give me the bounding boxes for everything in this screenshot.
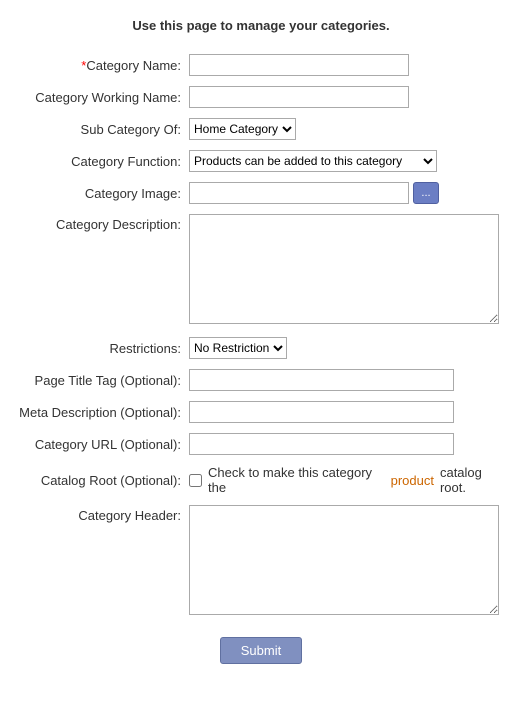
category-name-row: *Category Name: xyxy=(10,49,512,81)
category-working-name-label: Category Working Name: xyxy=(10,81,185,113)
catalog-root-highlight: product xyxy=(391,473,434,488)
category-url-row: Category URL (Optional): xyxy=(10,428,512,460)
category-function-label: Category Function: xyxy=(10,145,185,177)
page-title-tag-cell xyxy=(185,364,512,396)
catalog-root-content: Check to make this category the product … xyxy=(189,465,508,495)
submit-button[interactable]: Submit xyxy=(220,637,302,664)
sub-category-row: Sub Category Of: Home Category xyxy=(10,113,512,145)
category-description-cell xyxy=(185,209,512,332)
form-table: *Category Name: Category Working Name: S… xyxy=(10,49,512,623)
category-header-cell xyxy=(185,500,512,623)
category-name-input-cell xyxy=(185,49,512,81)
catalog-root-cell: Check to make this category the product … xyxy=(185,460,512,500)
page-title: Use this page to manage your categories. xyxy=(10,10,512,33)
browse-button[interactable]: ... xyxy=(413,182,439,204)
catalog-root-text-2: catalog root. xyxy=(440,465,508,495)
category-working-name-input-cell xyxy=(185,81,512,113)
category-image-row: Category Image: ... xyxy=(10,177,512,209)
submit-row: Submit xyxy=(10,623,512,664)
catalog-root-row: Catalog Root (Optional): Check to make t… xyxy=(10,460,512,500)
sub-category-select-cell: Home Category xyxy=(185,113,512,145)
category-function-select-cell: Products can be added to this category xyxy=(185,145,512,177)
category-function-row: Category Function: Products can be added… xyxy=(10,145,512,177)
meta-description-input[interactable] xyxy=(189,401,454,423)
category-name-label: *Category Name: xyxy=(10,49,185,81)
category-description-row: Category Description: xyxy=(10,209,512,332)
category-header-label: Category Header: xyxy=(10,500,185,623)
category-description-label: Category Description: xyxy=(10,209,185,332)
restrictions-row: Restrictions: No Restriction xyxy=(10,332,512,364)
sub-category-label: Sub Category Of: xyxy=(10,113,185,145)
category-url-label: Category URL (Optional): xyxy=(10,428,185,460)
category-name-input[interactable] xyxy=(189,54,409,76)
category-image-cell: ... xyxy=(185,177,512,209)
catalog-root-label: Catalog Root (Optional): xyxy=(10,460,185,500)
restrictions-select[interactable]: No Restriction xyxy=(189,337,287,359)
image-input-row: ... xyxy=(189,182,508,204)
category-header-row: Category Header: xyxy=(10,500,512,623)
page-title-tag-input[interactable] xyxy=(189,369,454,391)
category-function-select[interactable]: Products can be added to this category xyxy=(189,150,437,172)
category-url-input[interactable] xyxy=(189,433,454,455)
category-working-name-input[interactable] xyxy=(189,86,409,108)
sub-category-select[interactable]: Home Category xyxy=(189,118,296,140)
meta-description-label: Meta Description (Optional): xyxy=(10,396,185,428)
category-description-textarea[interactable] xyxy=(189,214,499,324)
page-title-tag-label: Page Title Tag (Optional): xyxy=(10,364,185,396)
page-container: Use this page to manage your categories.… xyxy=(0,0,522,684)
page-title-tag-row: Page Title Tag (Optional): xyxy=(10,364,512,396)
category-header-textarea[interactable] xyxy=(189,505,499,615)
category-url-cell xyxy=(185,428,512,460)
category-image-label: Category Image: xyxy=(10,177,185,209)
restrictions-cell: No Restriction xyxy=(185,332,512,364)
restrictions-label: Restrictions: xyxy=(10,332,185,364)
category-working-name-row: Category Working Name: xyxy=(10,81,512,113)
restrictions-select-row: No Restriction xyxy=(189,337,508,359)
meta-description-row: Meta Description (Optional): xyxy=(10,396,512,428)
catalog-root-text-1: Check to make this category the xyxy=(208,465,385,495)
meta-description-cell xyxy=(185,396,512,428)
category-image-input[interactable] xyxy=(189,182,409,204)
catalog-root-checkbox[interactable] xyxy=(189,474,202,487)
